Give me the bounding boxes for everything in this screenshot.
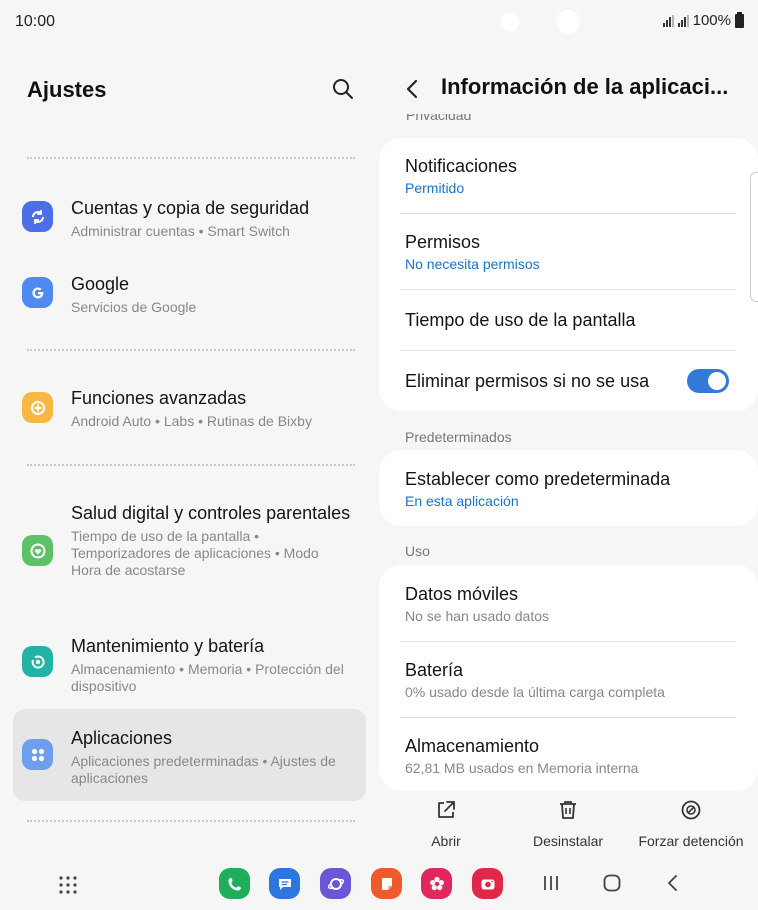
- item-title: Salud digital y controles parentales: [71, 503, 351, 523]
- storage-row[interactable]: Almacenamiento 62,81 MB usados en Memori…: [405, 735, 736, 777]
- row-value: No necesita permisos: [405, 256, 540, 272]
- status-indicators: 100%: [662, 11, 744, 29]
- heart-ring-icon: [22, 535, 53, 566]
- row-title: Tiempo de uso de la pantalla: [405, 310, 636, 330]
- settings-item-apps[interactable]: Aplicaciones Aplicaciones predeterminada…: [13, 709, 366, 801]
- signal-icon: [677, 14, 689, 27]
- messages-icon[interactable]: [269, 868, 300, 899]
- signal-icon: [662, 14, 674, 27]
- row-title: Permisos: [405, 232, 481, 252]
- battery-icon: [735, 11, 744, 28]
- camera-icon[interactable]: [472, 868, 503, 899]
- navigation-bar: [0, 860, 758, 910]
- settings-item-accounts[interactable]: Cuentas y copia de seguridad Administrar…: [13, 186, 366, 246]
- divider: [400, 350, 736, 351]
- internet-icon[interactable]: [320, 868, 351, 899]
- settings-list-pane: Ajustes Cuentas y copia de seguridad Adm…: [0, 44, 379, 860]
- screen-time-row[interactable]: Tiempo de uso de la pantalla: [405, 309, 736, 332]
- row-title: Establecer como predeterminada: [405, 469, 671, 489]
- item-subtitle: Android Auto • Labs • Rutinas de Bixby: [71, 413, 312, 429]
- item-subtitle: Tiempo de uso de la pantalla • Temporiza…: [71, 528, 319, 578]
- force-stop-button[interactable]: Forzar detención: [626, 794, 756, 849]
- back-icon[interactable]: [663, 873, 683, 893]
- row-value: Permitido: [405, 180, 465, 196]
- divider: [27, 464, 355, 466]
- privacy-card: Notificaciones Permitido Permisos No nec…: [379, 138, 758, 411]
- app-info-pane: Información de la aplicaci... Privacidad…: [379, 44, 758, 860]
- mobile-data-row[interactable]: Datos móviles No se han usado datos: [405, 583, 736, 625]
- home-icon[interactable]: [602, 873, 622, 893]
- status-bar: 10:00 100%: [0, 0, 758, 44]
- sync-icon: [22, 201, 53, 232]
- divider: [400, 717, 736, 718]
- gallery-icon[interactable]: [421, 868, 452, 899]
- settings-item-google[interactable]: Google Servicios de Google: [13, 262, 366, 322]
- open-external-icon: [438, 801, 455, 818]
- section-header-usage: Uso: [405, 543, 430, 559]
- item-subtitle: Administrar cuentas • Smart Switch: [71, 223, 290, 239]
- page-title: Ajustes: [27, 77, 107, 102]
- row-value: 62,81 MB usados en Memoria interna: [405, 760, 639, 776]
- camera-cutout: [501, 13, 519, 31]
- divider: [27, 349, 355, 351]
- open-button[interactable]: Abrir: [381, 794, 511, 849]
- open-label: Abrir: [431, 833, 461, 849]
- settings-item-device-care[interactable]: Mantenimiento y batería Almacenamiento •…: [13, 634, 366, 696]
- divider: [400, 289, 736, 290]
- camera-cutout-main: [556, 10, 580, 34]
- remove-permissions-toggle[interactable]: [687, 369, 729, 393]
- divider: [27, 157, 355, 159]
- item-subtitle: Servicios de Google: [71, 299, 197, 315]
- status-time: 10:00: [15, 13, 56, 30]
- row-title: Batería: [405, 660, 464, 680]
- defaults-card: Establecer como predeterminada En esta a…: [379, 450, 758, 526]
- plus-icon: [22, 392, 53, 423]
- apps-dots-icon: [22, 739, 53, 770]
- block-icon: [681, 800, 701, 820]
- item-title: Google: [71, 274, 130, 294]
- set-default-row[interactable]: Establecer como predeterminada En esta a…: [405, 468, 736, 510]
- item-title: Aplicaciones: [71, 728, 173, 748]
- uninstall-label: Desinstalar: [532, 833, 604, 849]
- app-actions-bar: Abrir Desinstalar Forzar detención: [379, 794, 758, 860]
- force-stop-label: Forzar detención: [638, 833, 744, 849]
- settings-item-digital-wellbeing[interactable]: Salud digital y controles parentales Tie…: [13, 494, 366, 606]
- notifications-row[interactable]: Notificaciones Permitido: [405, 155, 736, 197]
- usage-card: Datos móviles No se han usado datos Bate…: [379, 565, 758, 791]
- page-title: Información de la aplicaci...: [441, 74, 729, 99]
- trash-icon: [560, 801, 576, 819]
- row-title: Notificaciones: [405, 156, 518, 176]
- divider: [400, 641, 736, 642]
- care-icon: [22, 646, 53, 677]
- divider: [400, 213, 736, 214]
- row-title: Almacenamiento: [405, 736, 540, 756]
- row-value: No se han usado datos: [405, 608, 549, 624]
- row-value: 0% usado desde la última carga completa: [405, 684, 665, 700]
- section-header-privacy: Privacidad: [406, 114, 472, 123]
- phone-icon[interactable]: [219, 868, 250, 899]
- battery-row[interactable]: Batería 0% usado desde la última carga c…: [405, 659, 736, 701]
- back-arrow-icon[interactable]: [403, 77, 423, 101]
- item-subtitle: Almacenamiento • Memoria • Protección de…: [71, 661, 344, 694]
- item-subtitle: Aplicaciones predeterminadas • Ajustes d…: [71, 753, 336, 786]
- recent-apps-icon[interactable]: [541, 873, 561, 893]
- row-title: Datos móviles: [405, 584, 519, 604]
- search-icon[interactable]: [331, 77, 355, 101]
- settings-item-advanced[interactable]: Funciones avanzadas Android Auto • Labs …: [13, 378, 366, 438]
- item-title: Cuentas y copia de seguridad: [71, 198, 310, 218]
- divider: [27, 820, 355, 822]
- battery-level: 100%: [692, 12, 731, 29]
- google-icon: [22, 277, 53, 308]
- app-drawer-icon[interactable]: [58, 875, 78, 895]
- notes-icon[interactable]: [371, 868, 402, 899]
- scrollbar[interactable]: [750, 172, 758, 302]
- uninstall-button[interactable]: Desinstalar: [503, 794, 633, 849]
- section-header-defaults: Predeterminados: [405, 429, 512, 445]
- permissions-row[interactable]: Permisos No necesita permisos: [405, 231, 736, 273]
- row-value: En esta aplicación: [405, 493, 519, 509]
- item-title: Mantenimiento y batería: [71, 636, 265, 656]
- item-title: Funciones avanzadas: [71, 388, 247, 408]
